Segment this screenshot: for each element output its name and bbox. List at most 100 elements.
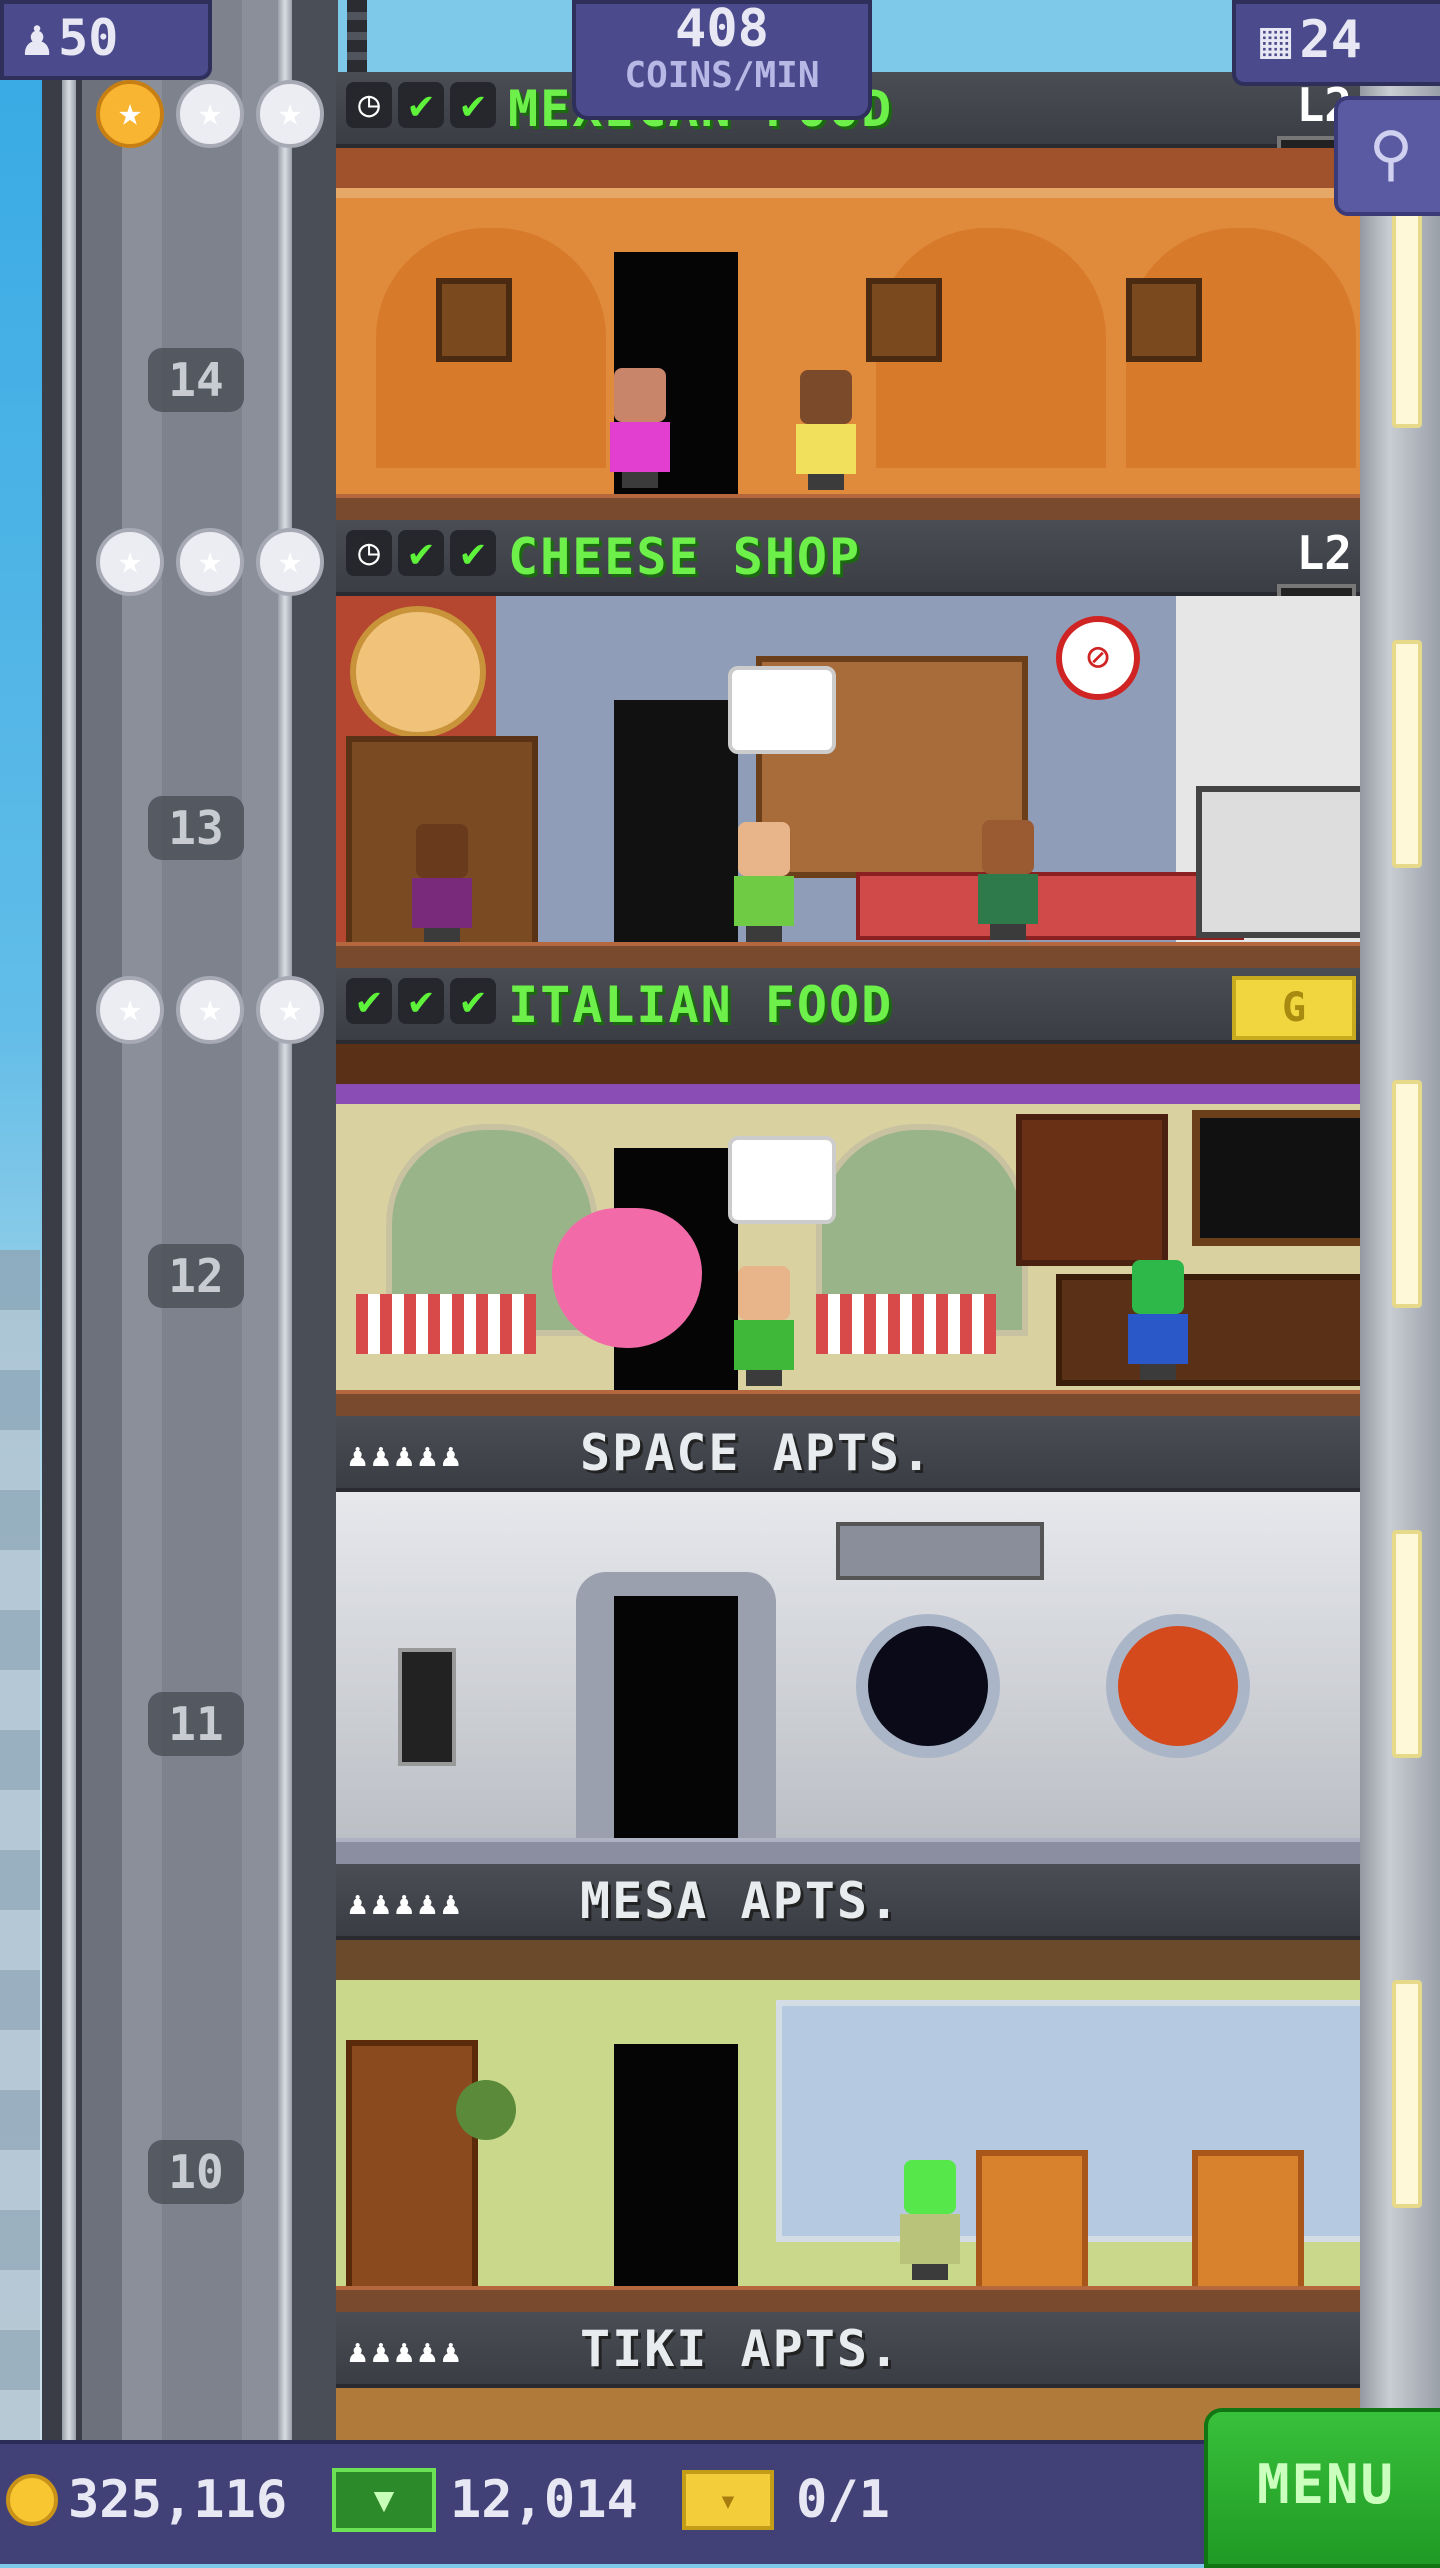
star-gold-icon: ★ (96, 80, 164, 148)
bitizen-employee[interactable] (1126, 1260, 1190, 1380)
bitizen-customer[interactable] (794, 370, 858, 490)
shaft-rail (62, 0, 76, 2440)
armchair (976, 2150, 1088, 2302)
floor-count-button[interactable]: ▦ 24 (1232, 0, 1440, 86)
magnifier-icon: ⚲ (1369, 119, 1413, 189)
floor-ledge (336, 942, 1360, 968)
floor-name: TIKI APTS. (580, 2320, 902, 2378)
floor-italian-food[interactable]: ✔ ✔ ✔ ITALIAN FOOD G (336, 968, 1360, 1416)
porthole-planet (1106, 1614, 1250, 1758)
armchair (1192, 2150, 1304, 2302)
star-silver-icon: ★ (176, 976, 244, 1044)
population-counter[interactable]: ♟ 50 (0, 0, 212, 80)
building-icon: ▦ (1260, 10, 1292, 70)
cheese-sign (350, 606, 486, 738)
wish-bubble[interactable] (728, 666, 836, 754)
star-silver-icon: ★ (256, 80, 324, 148)
doorway (614, 1596, 738, 1842)
gold-ticket-tag[interactable]: G (1232, 976, 1356, 1040)
floor-name: SPACE APTS. (580, 1424, 934, 1482)
coins-per-minute-panel: 408 COINS/MIN (572, 0, 872, 120)
star-silver-icon: ★ (176, 528, 244, 596)
window-light (1392, 1080, 1422, 1308)
cheese-case (1196, 786, 1360, 938)
clock-icon: ◷ (346, 530, 392, 576)
bitizen-customer[interactable] (732, 1266, 796, 1386)
star-silver-icon: ★ (256, 976, 324, 1044)
floor-header: ♟♟♟♟♟ MESA APTS. (336, 1864, 1360, 1940)
floor-number-11: 11 (148, 1692, 244, 1756)
tickets-value: 0/1 (796, 2470, 890, 2530)
star-silver-icon: ★ (256, 528, 324, 596)
control-panel (836, 1522, 1044, 1580)
floor-number-10: 10 (148, 2140, 244, 2204)
golden-tickets[interactable]: ▾ 0/1 (682, 2464, 890, 2536)
city-skyline (0, 1250, 40, 2440)
zoom-button[interactable]: ⚲ (1334, 96, 1440, 216)
doorway (614, 700, 738, 946)
window-light (1392, 1980, 1422, 2208)
floor-ledge (336, 2286, 1360, 2312)
occupant-icons: ♟♟♟♟♟ (348, 2332, 465, 2370)
floor-stars-13: ★ ★ ★ (96, 528, 324, 596)
bitizen-resident[interactable] (898, 2160, 962, 2280)
population-value: 50 (58, 9, 119, 67)
window-light (1392, 200, 1422, 428)
floor-ledge (336, 1838, 1360, 1864)
floor-level: L2 (1296, 526, 1352, 580)
tower-bux-icon: ▼ (332, 2468, 436, 2532)
room-interior[interactable] (336, 148, 1360, 520)
wish-bubble[interactable] (728, 1136, 836, 1224)
floor-space-apts[interactable]: ♟♟♟♟♟ SPACE APTS. (336, 1416, 1360, 1864)
bar-counter (1056, 1274, 1360, 1386)
floor-name: MESA APTS. (580, 1872, 902, 1930)
check-icon: ✔ (450, 530, 496, 576)
floor-ledge (336, 1390, 1360, 1416)
check-icon: ✔ (450, 978, 496, 1024)
wall-panel (398, 1648, 456, 1766)
room-interior[interactable] (336, 1940, 1360, 2312)
porthole-stars (856, 1614, 1000, 1758)
no-smoking-sign: ⊘ (1056, 616, 1140, 700)
coins-balance: 325,116 (6, 2464, 287, 2536)
floor-stars-14: ★ ★ ★ (96, 80, 324, 148)
bitizen-customer[interactable] (410, 824, 474, 944)
star-silver-icon: ★ (96, 976, 164, 1044)
floor-stars-12: ★ ★ ★ (96, 976, 324, 1044)
wall-picture (866, 278, 942, 362)
bitizen-customer[interactable] (732, 822, 796, 942)
bitizen-customer[interactable] (976, 820, 1040, 940)
wine-rack (1016, 1114, 1168, 1266)
floor-number-13: 13 (148, 796, 244, 860)
star-silver-icon: ★ (96, 528, 164, 596)
occupant-icons: ♟♟♟♟♟ (348, 1884, 465, 1922)
floor-mesa-apts[interactable]: ♟♟♟♟♟ MESA APTS. (336, 1864, 1360, 2312)
bitizen-customer[interactable] (608, 368, 672, 488)
counter (856, 872, 1244, 940)
wall-picture (436, 278, 512, 362)
hanging-plant (456, 2080, 516, 2140)
golden-ticket-icon: ▾ (682, 2470, 774, 2530)
coins-per-minute-label: COINS/MIN (624, 55, 820, 96)
clock-icon: ◷ (346, 82, 392, 128)
floor-number-12: 12 (148, 1244, 244, 1308)
coins-per-minute-value: 408 (675, 0, 769, 59)
check-icon: ✔ (398, 978, 444, 1024)
shaft-rail (278, 0, 292, 2440)
floor-name: CHEESE SHOP (508, 528, 862, 586)
room-interior[interactable] (336, 1492, 1360, 1864)
room-interior[interactable]: ⊘ (336, 596, 1360, 968)
check-icon: ✔ (398, 82, 444, 128)
floor-header: ✔ ✔ ✔ ITALIAN FOOD G (336, 968, 1360, 1044)
floor-ledge (336, 494, 1360, 520)
floor-cheese-shop[interactable]: ◷ ✔ ✔ CHEESE SHOP L2 9M ⊘ (336, 520, 1360, 968)
room-interior[interactable] (336, 1044, 1360, 1416)
checkered-table (356, 1294, 536, 1354)
window-light (1392, 1530, 1422, 1758)
floor-header: ♟♟♟♟♟ SPACE APTS. (336, 1416, 1360, 1492)
menu-button[interactable]: MENU (1204, 2408, 1440, 2568)
wall-picture (1126, 278, 1202, 362)
floor-mexican-food[interactable]: ◷ ✔ ✔ MEXICAN FOOD L2 6M (336, 72, 1360, 520)
bux-balance[interactable]: ▼ 12,014 (332, 2464, 638, 2536)
check-icon: ✔ (346, 978, 392, 1024)
